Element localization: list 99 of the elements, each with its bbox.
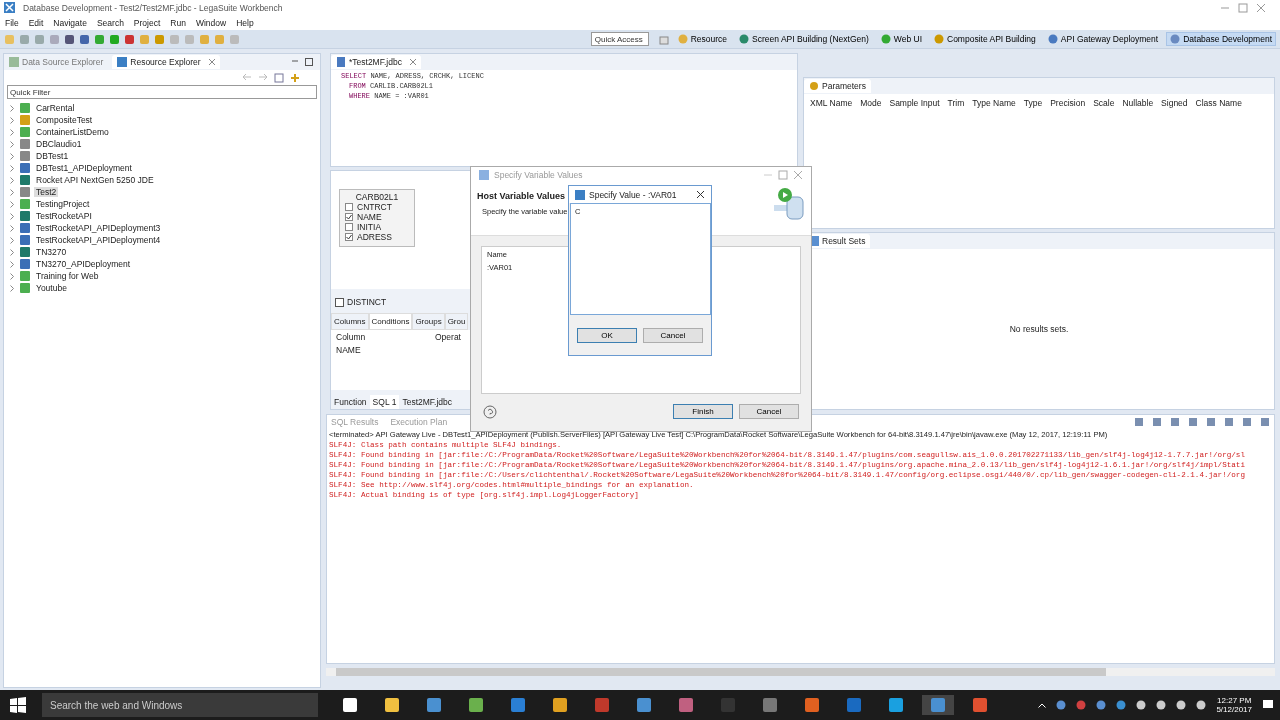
column-header: Precision bbox=[1050, 98, 1086, 108]
tab[interactable]: Function bbox=[331, 395, 370, 409]
tree-item[interactable]: TestingProject bbox=[34, 199, 92, 209]
column-header: Class Name bbox=[1195, 98, 1242, 108]
tree-item[interactable]: Training for Web bbox=[34, 271, 101, 281]
windows-logo-icon[interactable] bbox=[10, 697, 26, 713]
dialog-button[interactable]: Finish bbox=[673, 404, 733, 420]
perspective-button[interactable]: API Gateway Deployment bbox=[1043, 32, 1163, 46]
menu-item[interactable]: Help bbox=[236, 17, 254, 28]
window-title: Database Development - Test2/Test2MF.jdbc - LegaSuite Workbench bbox=[23, 2, 283, 13]
tab[interactable]: Conditions bbox=[368, 313, 413, 330]
tab[interactable]: Test2MF.jdbc bbox=[399, 395, 455, 409]
column-header: Type bbox=[1023, 98, 1043, 108]
table-cell-text: NAME bbox=[335, 344, 362, 355]
tree-item[interactable]: TestRocketAPI_APIDeployment3 bbox=[34, 223, 163, 233]
column-header: Operat bbox=[434, 331, 462, 342]
checkbox[interactable] bbox=[345, 233, 353, 241]
column-header: Sample Input bbox=[889, 98, 940, 108]
open-perspective-icon[interactable] bbox=[658, 33, 670, 45]
database-run-icon bbox=[773, 187, 805, 222]
checkbox[interactable] bbox=[345, 213, 353, 221]
tree-item[interactable]: DBClaudio1 bbox=[34, 139, 84, 149]
dialog-button[interactable]: Cancel bbox=[739, 404, 799, 420]
tray-icon[interactable] bbox=[1056, 700, 1067, 710]
clock-time: 12:27 PM bbox=[1217, 696, 1252, 705]
menu-item[interactable]: Edit bbox=[28, 17, 44, 28]
tree-item[interactable]: Rocket API NextGen 5250 JDE bbox=[34, 175, 156, 185]
menu-item[interactable]: Run bbox=[170, 17, 186, 28]
column-header: Column bbox=[335, 331, 367, 342]
menu-item[interactable]: Navigate bbox=[53, 17, 87, 28]
collapse-icon[interactable] bbox=[274, 73, 284, 83]
view-tab[interactable]: Data Source Explorer bbox=[4, 55, 109, 69]
dialog-button[interactable]: OK bbox=[577, 327, 637, 343]
perspective-button[interactable]: Screen API Building (NextGen) bbox=[735, 32, 873, 46]
quick-access-field[interactable]: Quick Access bbox=[590, 32, 649, 46]
tree-item[interactable]: TestRocketAPI_APIDeployment4 bbox=[34, 235, 163, 245]
column-header: Type Name bbox=[972, 98, 1016, 108]
dialog-title: Specify Value - :VAR01 bbox=[589, 189, 677, 200]
view-tab[interactable]: Parameters bbox=[804, 79, 871, 93]
column-label: CNTRCT bbox=[357, 202, 392, 212]
dialog-title: Specify Variable Values bbox=[494, 170, 583, 181]
menu-item[interactable]: Search bbox=[96, 17, 124, 28]
tree-item[interactable]: Youtube bbox=[34, 283, 69, 293]
tree-item[interactable]: TN3270_APIDeployment bbox=[34, 259, 133, 269]
perspective-button[interactable]: Composite API Building bbox=[930, 32, 1040, 46]
menu-item[interactable]: Project bbox=[133, 17, 161, 28]
tree-item[interactable]: CarRental bbox=[34, 103, 77, 113]
editor-tab[interactable]: *Test2MF.jdbc bbox=[331, 55, 421, 69]
column-header: Scale bbox=[1093, 98, 1115, 108]
tree-item[interactable]: Test2 bbox=[34, 187, 59, 197]
clock-date: 5/12/2017 bbox=[1216, 705, 1252, 714]
column-header: Signed bbox=[1161, 98, 1188, 108]
checkbox[interactable] bbox=[345, 203, 353, 211]
view-tab[interactable]: Resource Explorer bbox=[112, 55, 220, 69]
checkbox[interactable] bbox=[335, 297, 344, 307]
help-icon[interactable] bbox=[483, 404, 497, 419]
tree-item[interactable]: ContainerListDemo bbox=[34, 127, 111, 137]
close-icon[interactable] bbox=[696, 190, 705, 199]
column-label: INITIA bbox=[357, 222, 382, 232]
maximize-icon[interactable] bbox=[304, 57, 314, 67]
column-header: Mode bbox=[860, 98, 882, 108]
tab[interactable]: SQL 1 bbox=[369, 395, 400, 409]
tab[interactable]: Groups bbox=[412, 313, 445, 330]
tree-item[interactable]: TestRocketAPI bbox=[34, 211, 94, 221]
tree-item[interactable]: DBTest1_APIDeployment bbox=[34, 163, 134, 173]
menu-item[interactable]: Window bbox=[195, 17, 227, 28]
tab[interactable]: Columns bbox=[331, 313, 369, 330]
scrollbar[interactable] bbox=[336, 668, 1106, 676]
tray-icon[interactable] bbox=[1176, 700, 1187, 710]
menu-item[interactable]: File bbox=[5, 17, 19, 28]
tray-icon[interactable] bbox=[1156, 700, 1167, 710]
column-label: ADRESS bbox=[357, 232, 392, 242]
checkbox[interactable] bbox=[345, 223, 353, 231]
tray-icon[interactable] bbox=[1196, 700, 1207, 710]
tray-icon[interactable] bbox=[1136, 700, 1147, 710]
tab[interactable]: Grou bbox=[444, 313, 469, 330]
file-icon bbox=[336, 57, 346, 67]
dialog-button[interactable]: Cancel bbox=[643, 327, 703, 343]
caret-icon[interactable] bbox=[1038, 702, 1047, 708]
dialog-heading: Host Variable Values bbox=[477, 191, 566, 202]
tree-item[interactable]: DBTest1 bbox=[34, 151, 71, 161]
tray-icon[interactable] bbox=[1096, 700, 1107, 710]
search-field[interactable]: Search the web and Windows bbox=[42, 693, 318, 717]
perspective-button[interactable]: Database Development bbox=[1166, 32, 1276, 46]
perspective-button[interactable]: Resource bbox=[673, 32, 732, 46]
column-header: XML Name bbox=[810, 98, 853, 108]
empty-message: No results sets. bbox=[1009, 324, 1069, 334]
quick-filter-field[interactable]: Quick Filter bbox=[7, 85, 317, 99]
column-header: Trim bbox=[947, 98, 965, 108]
perspective-button[interactable]: Web UI bbox=[876, 32, 926, 46]
column-header: Nullable bbox=[1122, 98, 1154, 108]
tree-item[interactable]: TN3270 bbox=[34, 247, 69, 257]
column-label: NAME bbox=[357, 212, 382, 222]
tray-icon[interactable] bbox=[1116, 700, 1127, 710]
table-name: CARB02L1 bbox=[354, 192, 400, 202]
tree-item[interactable]: CompositeTest bbox=[34, 115, 95, 125]
notification-icon[interactable] bbox=[1262, 699, 1274, 711]
checkbox-label: DISTINCT bbox=[347, 297, 387, 307]
link-icon[interactable] bbox=[290, 73, 300, 83]
